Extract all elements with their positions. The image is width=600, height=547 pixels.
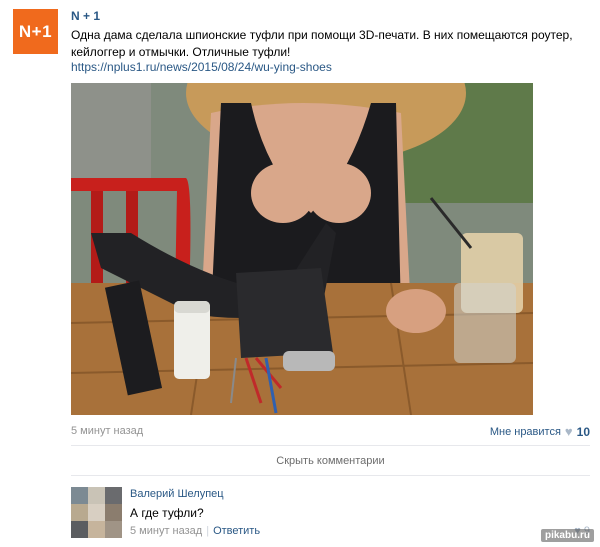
community-logo[interactable]: N+1 [13, 9, 58, 54]
comment-text: А где туфли? [130, 506, 204, 520]
like-count: 10 [576, 424, 590, 439]
heart-icon: ♥ [564, 424, 573, 439]
post-time[interactable]: 5 минут назад [71, 425, 143, 437]
like-label: Мне нравится [489, 425, 561, 438]
separator: | [206, 525, 210, 537]
like-button[interactable]: Мне нравится ♥ 10 [490, 424, 590, 439]
reply-button[interactable]: Ответить [213, 525, 260, 537]
comment-meta: 5 минут назад | Ответить [130, 525, 260, 537]
avatar[interactable] [71, 487, 122, 538]
divider [71, 445, 590, 446]
post-text: Одна дама сделала шпионские туфли при по… [71, 28, 573, 59]
watermark: pikabu.ru [540, 529, 594, 542]
post-author[interactable]: N + 1 [71, 9, 100, 23]
photo-illustration [71, 83, 533, 415]
comment-time[interactable]: 5 минут назад [130, 525, 202, 537]
divider [71, 475, 590, 476]
comment-author[interactable]: Валерий Шелупец [130, 488, 224, 500]
post-link[interactable]: https://nplus1.ru/news/2015/08/24/wu-yin… [71, 60, 332, 74]
hide-comments-button[interactable]: Скрыть комментарии [71, 455, 590, 467]
post-photo[interactable] [71, 83, 533, 415]
